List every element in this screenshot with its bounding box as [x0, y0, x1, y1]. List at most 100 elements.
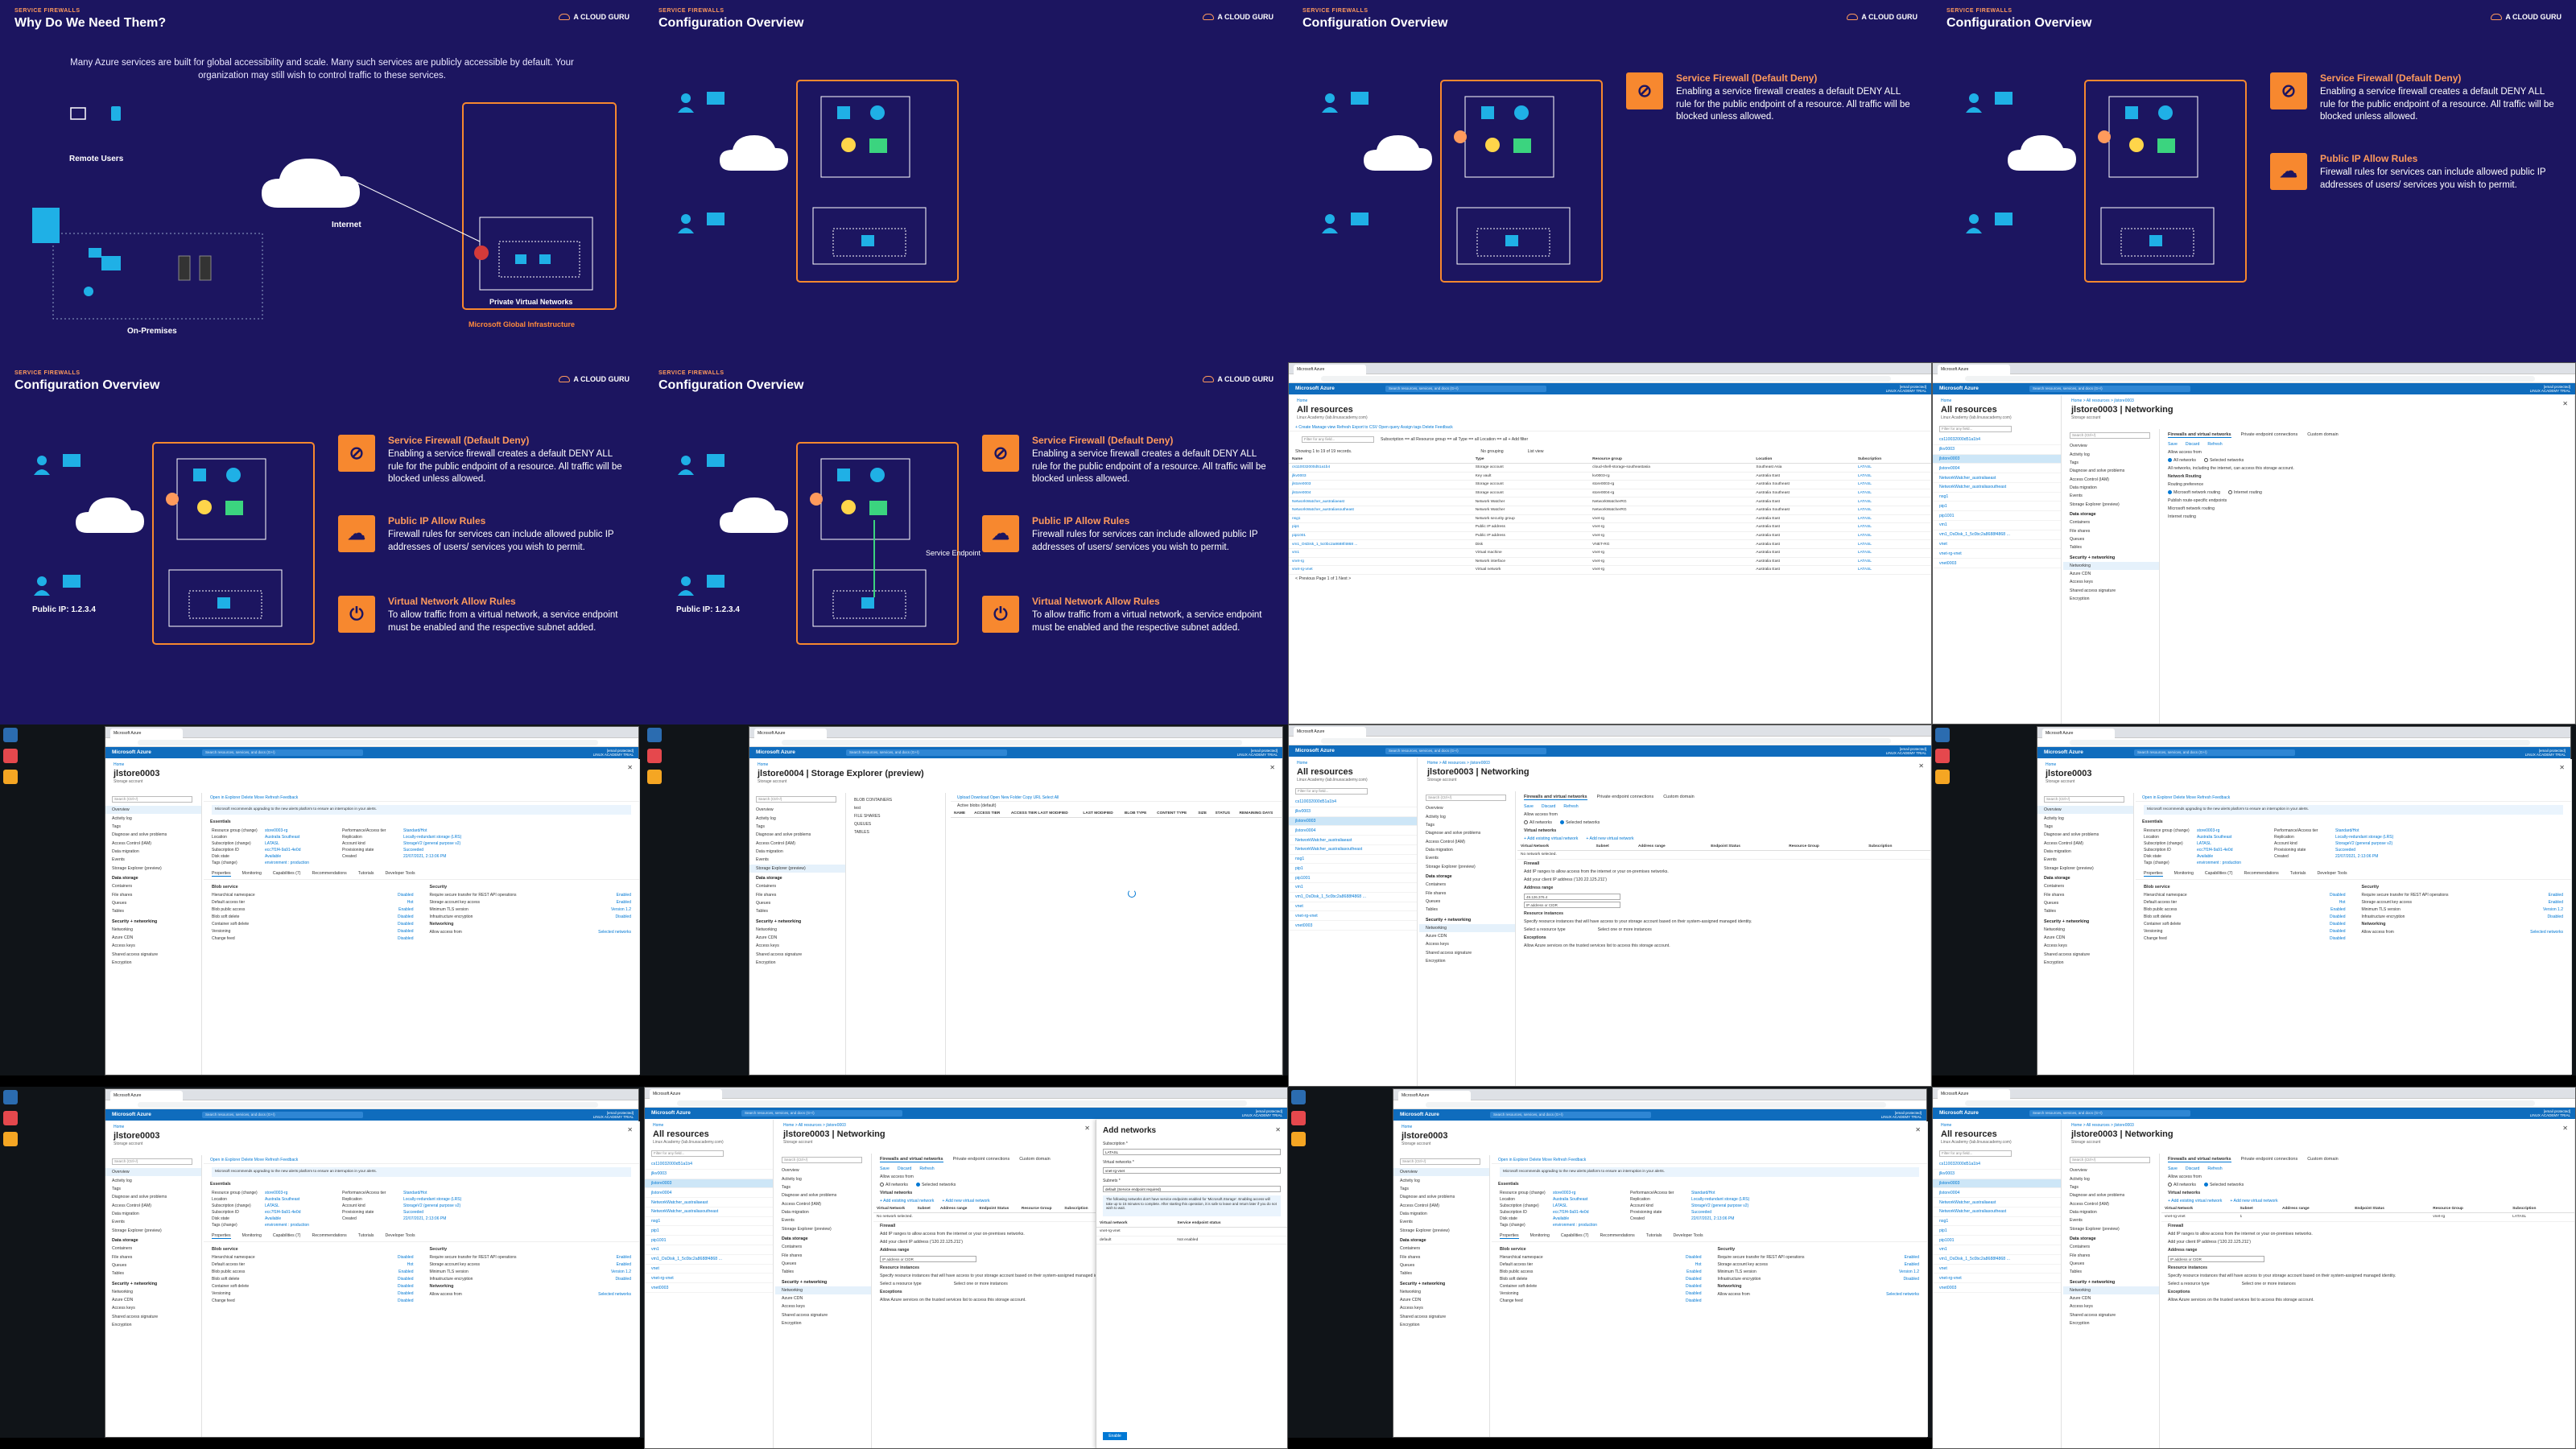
table-row[interactable]: vm1_OsDisk_1_5c0bc2a8688f4868 ... Disk VNE…: [1289, 539, 1931, 549]
close-icon[interactable]: ✕: [1918, 762, 1924, 770]
menu-search-input[interactable]: Search (Ctrl+/): [2044, 796, 2124, 803]
menu-item[interactable]: Encryption: [749, 959, 845, 967]
menu-item[interactable]: Shared access signature: [2063, 1311, 2159, 1319]
menu-item[interactable]: Overview: [1393, 1168, 1489, 1177]
column-header[interactable]: STATUS: [1212, 810, 1236, 818]
menu-item[interactable]: Containers: [2063, 1243, 2159, 1251]
menu-item[interactable]: Encryption: [2063, 1319, 2159, 1327]
list-item[interactable]: nsg1: [1289, 855, 1417, 865]
menu-item[interactable]: Tags: [749, 823, 845, 831]
menu-item[interactable]: Encryption: [1393, 1321, 1489, 1329]
tab-5[interactable]: Developer Tools: [2317, 871, 2347, 876]
column-header[interactable]: BLOB TYPE: [1121, 810, 1154, 818]
menu-item[interactable]: Encryption: [105, 959, 201, 967]
table-cell[interactable]: nsg1: [1289, 514, 1472, 524]
tab-private-endpoints[interactable]: Private endpoint connections: [1597, 795, 1654, 799]
essential-value[interactable]: [403, 861, 476, 865]
list-item[interactable]: vm1: [1289, 883, 1417, 893]
menu-item[interactable]: Overview: [2063, 1166, 2159, 1174]
menu-item[interactable]: Activity log: [1393, 1176, 1489, 1184]
menu-item[interactable]: Tables: [775, 1268, 871, 1276]
add-new-vnet-button[interactable]: + Add new virtual network: [1586, 836, 1633, 841]
list-item[interactable]: NetworkWatcher_australiasoutheast: [645, 1208, 773, 1217]
filter-input[interactable]: Filter for any field...: [1939, 426, 2012, 432]
menu-item[interactable]: Activity log: [2063, 450, 2159, 458]
desktop-shortcut-icon[interactable]: [647, 728, 662, 742]
menu-item[interactable]: Diagnose and solve problems: [2063, 467, 2159, 475]
menu-item[interactable]: Queues: [2063, 1260, 2159, 1268]
menu-item[interactable]: Containers: [775, 1243, 871, 1251]
all-networks-radio[interactable]: All networks: [1524, 820, 1552, 825]
menu-item[interactable]: Networking: [1419, 923, 1515, 932]
list-item[interactable]: NetworkWatcher_australiaeast: [1933, 473, 2061, 483]
menu-item[interactable]: Access keys: [2063, 578, 2159, 586]
azure-brand[interactable]: Microsoft Azure: [1939, 386, 1979, 391]
client-ip-checkbox[interactable]: Add your client IP address ('120.22.125.…: [873, 1238, 1096, 1246]
menu-item[interactable]: Tables: [749, 907, 845, 915]
subnets-select[interactable]: default (Service endpoint required): [1103, 1186, 1281, 1192]
essential-value[interactable]: store0003-rg: [265, 1191, 337, 1195]
menu-item[interactable]: Events: [2037, 856, 2133, 864]
table-row[interactable]: vm1 Virtual machine vnet-rg Australia East L…: [1289, 548, 1931, 558]
selected-networks-radio[interactable]: Selected networks: [915, 1183, 956, 1187]
instance-name-select[interactable]: Select one or more instances: [1598, 927, 1652, 932]
alerts-banner[interactable]: Microsoft recommends upgrading to the ne…: [2144, 805, 2563, 815]
menu-item[interactable]: Overview: [105, 806, 201, 815]
menu-item[interactable]: Tables: [105, 1269, 201, 1278]
table-cell[interactable]: pip1: [1289, 522, 1472, 532]
url-input[interactable]: [1321, 376, 1891, 382]
networking-header[interactable]: Networking: [1718, 1282, 1920, 1290]
menu-item[interactable]: File shares: [105, 1253, 201, 1261]
menu-item[interactable]: Storage Explorer (preview): [749, 864, 845, 873]
portal-search-input[interactable]: Search resources, services, and docs (G+…: [846, 749, 1007, 756]
taskbar[interactable]: [0, 1075, 644, 1087]
url-input[interactable]: [1965, 376, 2535, 382]
essential-value[interactable]: Succeeded: [1691, 1210, 1764, 1215]
menu-item[interactable]: Activity log: [2063, 1174, 2159, 1183]
breadcrumb[interactable]: Home: [1289, 758, 1417, 766]
tab-firewalls[interactable]: Firewalls and virtual networks: [2168, 1157, 2231, 1162]
list-item[interactable]: jlstore0003: [645, 1179, 773, 1189]
menu-search-input[interactable]: Search (Ctrl+/): [112, 1158, 192, 1165]
menu-item[interactable]: Azure CDN: [2063, 1294, 2159, 1302]
list-item[interactable]: jlkv0003: [1933, 1170, 2061, 1179]
menu-item[interactable]: Networking: [775, 1286, 871, 1294]
menu-item[interactable]: Data migration: [105, 1210, 201, 1218]
user-account[interactable]: [email protected] LINUX ACADEMY TRIAL: [1237, 749, 1278, 758]
tree-node[interactable]: FILE SHARES: [854, 812, 940, 820]
list-item[interactable]: nsg1: [1933, 493, 2061, 502]
menu-item[interactable]: Events: [105, 1218, 201, 1226]
portal-search-input[interactable]: Search resources, services, and docs (G+…: [2029, 386, 2190, 392]
azure-brand[interactable]: Microsoft Azure: [112, 1112, 151, 1117]
table-row[interactable]: No network selected.: [873, 1212, 1096, 1222]
menu-item[interactable]: Shared access signature: [2063, 587, 2159, 595]
essentials-header[interactable]: Essentials: [1492, 1180, 1927, 1188]
table-cell[interactable]: vnet-rg-vnet: [1289, 565, 1472, 575]
security-header[interactable]: Security: [430, 1245, 632, 1253]
essential-value[interactable]: LATASL: [2197, 841, 2269, 846]
tree-node[interactable]: BLOB CONTAINERS: [854, 796, 940, 804]
essential-value[interactable]: 22/07/2021, 2:13:06 PM: [2335, 854, 2408, 859]
column-header[interactable]: CONTENT TYPE: [1154, 810, 1195, 818]
menu-item[interactable]: Queues: [105, 1261, 201, 1269]
essential-value[interactable]: Available: [1553, 1216, 1625, 1221]
menu-item[interactable]: Tags: [2063, 1183, 2159, 1191]
filter-input[interactable]: Filter for any field...: [1939, 1150, 2012, 1157]
tab-3[interactable]: Recommendations: [2244, 871, 2279, 876]
list-item[interactable]: vnet: [1933, 1265, 2061, 1274]
azure-brand[interactable]: Microsoft Azure: [112, 749, 151, 755]
save-button[interactable]: Save: [2168, 442, 2178, 447]
resource-type-select[interactable]: Select a resource type: [2168, 1282, 2210, 1286]
explorer-toolbar[interactable]: Upload Download Open New Folder Copy URL…: [951, 793, 1282, 802]
list-item[interactable]: jlstore0003: [1933, 454, 2061, 464]
list-item[interactable]: vm1_OsDisk_1_5c0bc2a8688f4868 ...: [1933, 530, 2061, 540]
menu-item[interactable]: Tags: [775, 1183, 871, 1191]
breadcrumb[interactable]: Home: [1933, 1120, 2061, 1128]
menu-item[interactable]: Shared access signature: [775, 1311, 871, 1319]
essential-value[interactable]: [2335, 861, 2408, 865]
address-range-input[interactable]: IP address or CIDR: [880, 1255, 976, 1262]
tab-custom-domain[interactable]: Custom domain: [2307, 432, 2339, 437]
list-item[interactable]: cs110032000d51a1b4: [1933, 1160, 2061, 1170]
networking-header[interactable]: Networking: [2362, 920, 2564, 928]
menu-item[interactable]: Access keys: [105, 942, 201, 950]
